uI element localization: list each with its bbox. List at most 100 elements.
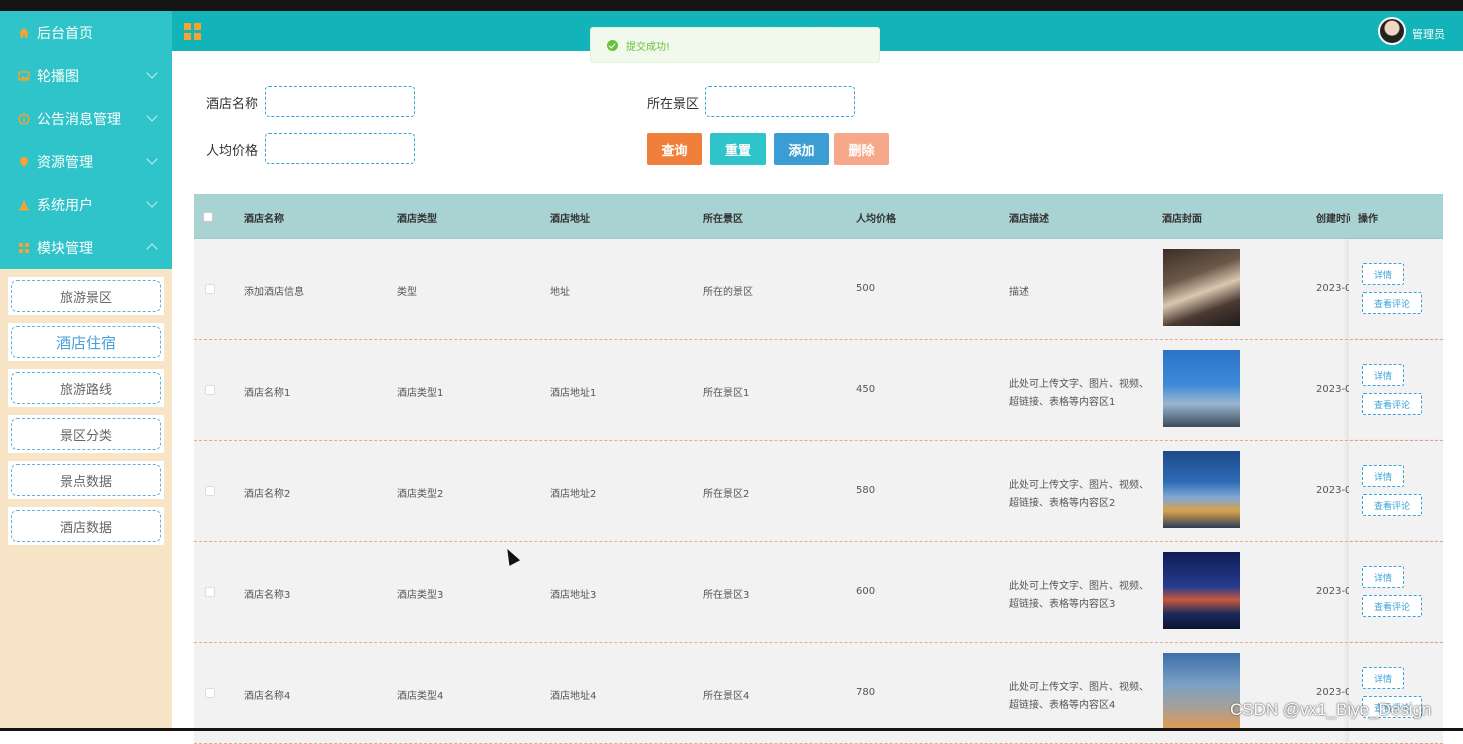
hotel-type-cell: 酒店类型2 [397, 489, 444, 500]
sidebar-item-label: 轮播图 [37, 68, 79, 85]
row-checkbox[interactable] [205, 385, 215, 395]
col-header: 人均价格 [856, 214, 896, 225]
hotel-address-cell: 酒店地址2 [550, 489, 597, 500]
query-button[interactable]: 查询 [647, 133, 702, 165]
sidebar-menu: 后台首页 轮播图 公告消息管理 资源管理 系统用户 模块管理 [0, 11, 172, 269]
col-header: 酒店名称 [244, 214, 284, 225]
submenu-item[interactable]: 景点数据 [8, 461, 164, 499]
avatar[interactable] [1378, 17, 1406, 45]
chevron-up-icon [146, 243, 158, 255]
detail-button[interactable]: 详情 [1362, 263, 1404, 285]
row-checkbox[interactable] [205, 284, 215, 294]
price-cell: 450 [856, 384, 876, 395]
hotel-address-cell: 地址 [550, 287, 570, 298]
price-cell: 500 [856, 283, 876, 294]
sidebar-item-label: 模块管理 [37, 240, 93, 257]
success-toast: 提交成功! [590, 27, 880, 63]
pin-icon [18, 156, 30, 168]
price-input[interactable] [265, 133, 415, 164]
sidebar-item-label: 公告消息管理 [37, 111, 121, 128]
table-row: 添加酒店信息 类型 地址 所在的景区 500 描述 2023-0 详情 查看评论 [194, 239, 1443, 340]
scenic-cell: 所在景区2 [703, 489, 750, 500]
submenu-label: 景区分类 [11, 418, 161, 450]
row-checkbox[interactable] [205, 486, 215, 496]
detail-button[interactable]: 详情 [1362, 465, 1404, 487]
hotel-address-cell: 酒店地址4 [550, 691, 597, 702]
row-checkbox[interactable] [205, 688, 215, 698]
scenic-input[interactable] [705, 86, 855, 117]
price-cell: 600 [856, 586, 876, 597]
menu-toggle-icon[interactable] [184, 23, 201, 40]
hotel-type-cell: 酒店类型3 [397, 590, 444, 601]
hotel-address-cell: 酒店地址1 [550, 388, 597, 399]
table-row: 酒店名称3 酒店类型3 酒店地址3 所在景区3 600 此处可上传文字、图片、视… [194, 542, 1443, 643]
operations-cell: 详情 查看评论 [1349, 239, 1443, 339]
scenic-cell: 所在的景区 [703, 287, 753, 298]
hotel-cover-image[interactable] [1163, 350, 1240, 427]
sidebar-item-label: 后台首页 [37, 25, 93, 42]
hotel-name-cell: 酒店名称2 [244, 489, 291, 500]
sidebar-item-home[interactable]: 后台首页 [0, 11, 172, 54]
row-checkbox[interactable] [205, 587, 215, 597]
operations-cell: 详情 查看评论 [1349, 542, 1443, 642]
price-cell: 780 [856, 687, 876, 698]
created-time-cell: 2023-0 [1316, 586, 1350, 597]
sidebar: 后台首页 轮播图 公告消息管理 资源管理 系统用户 模块管理 旅游景区 酒店住宿… [0, 11, 172, 728]
detail-button[interactable]: 详情 [1362, 364, 1404, 386]
add-button[interactable]: 添加 [774, 133, 829, 165]
submenu-label: 旅游景区 [11, 280, 161, 312]
submenu-list: 旅游景区 酒店住宿 旅游路线 景区分类 景点数据 酒店数据 [0, 269, 172, 545]
grid-icon [18, 242, 30, 254]
hotel-cover-image[interactable] [1163, 451, 1240, 528]
view-comments-button[interactable]: 查看评论 [1362, 292, 1422, 314]
detail-button[interactable]: 详情 [1362, 667, 1404, 689]
hotel-cover-image[interactable] [1163, 552, 1240, 629]
table-row: 酒店名称2 酒店类型2 酒店地址2 所在景区2 580 此处可上传文字、图片、视… [194, 441, 1443, 542]
description-cell: 此处可上传文字、图片、视频、超链接、表格等内容区3 [1009, 581, 1149, 610]
user-name[interactable]: 管理员 [1412, 26, 1445, 42]
sidebar-item-label: 资源管理 [37, 154, 93, 171]
toast-message: 提交成功! [626, 41, 671, 53]
description-cell: 此处可上传文字、图片、视频、超链接、表格等内容区2 [1009, 480, 1149, 509]
operations-cell: 详情 查看评论 [1349, 441, 1443, 541]
hotel-cover-image[interactable] [1163, 249, 1240, 326]
submenu-item-active[interactable]: 酒店住宿 [8, 323, 164, 361]
select-all-checkbox[interactable] [203, 212, 213, 222]
submenu-item[interactable]: 景区分类 [8, 415, 164, 453]
scenic-cell: 所在景区4 [703, 691, 750, 702]
submenu-item[interactable]: 旅游景区 [8, 277, 164, 315]
col-header: 酒店地址 [550, 214, 590, 225]
sidebar-item-resource[interactable]: 资源管理 [0, 140, 172, 183]
sidebar-item-notice[interactable]: 公告消息管理 [0, 97, 172, 140]
hotel-name-input[interactable] [265, 86, 415, 117]
col-header: 酒店封面 [1162, 214, 1202, 225]
chevron-down-icon [146, 110, 158, 122]
sidebar-item-label: 系统用户 [37, 197, 93, 214]
detail-button[interactable]: 详情 [1362, 566, 1404, 588]
col-header: 操作 [1358, 214, 1378, 225]
scenic-label: 所在景区 [647, 97, 700, 112]
sidebar-item-carousel[interactable]: 轮播图 [0, 54, 172, 97]
submenu-item[interactable]: 旅游路线 [8, 369, 164, 407]
hotel-name-label: 酒店名称 [206, 97, 259, 112]
check-circle-icon [607, 39, 618, 51]
view-comments-button[interactable]: 查看评论 [1362, 494, 1422, 516]
reset-button[interactable]: 重置 [710, 133, 766, 165]
submenu-item[interactable]: 酒店数据 [8, 507, 164, 545]
submenu-label: 旅游路线 [11, 372, 161, 404]
submenu-label: 景点数据 [11, 464, 161, 496]
view-comments-button[interactable]: 查看评论 [1362, 595, 1422, 617]
submenu-label: 酒店数据 [11, 510, 161, 542]
hotel-cover-image[interactable] [1163, 653, 1240, 730]
created-time-cell: 2023-0 [1316, 283, 1350, 294]
created-time-cell: 2023-0 [1316, 687, 1350, 698]
user-icon [18, 199, 30, 211]
delete-button[interactable]: 删除 [834, 133, 889, 165]
hotel-address-cell: 酒店地址3 [550, 590, 597, 601]
view-comments-button[interactable]: 查看评论 [1362, 393, 1422, 415]
price-label: 人均价格 [206, 144, 259, 159]
sidebar-item-users[interactable]: 系统用户 [0, 183, 172, 226]
col-header: 所在景区 [703, 214, 743, 225]
sidebar-item-modules[interactable]: 模块管理 [0, 226, 172, 269]
created-time-cell: 2023-0 [1316, 384, 1350, 395]
